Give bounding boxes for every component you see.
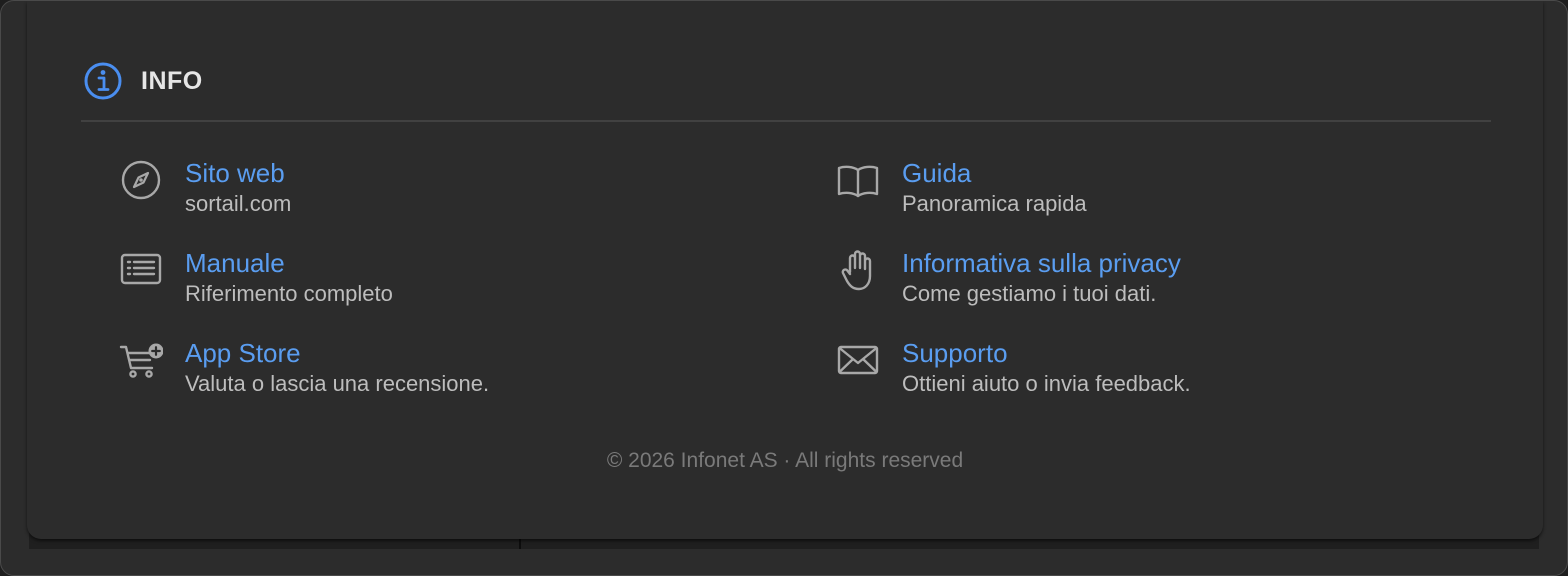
info-circle-icon: [84, 62, 122, 100]
manual-texts: Manuale Riferimento completo: [185, 248, 393, 308]
privacy-subtitle: Come gestiamo i tuoi dati.: [902, 281, 1157, 306]
header-divider: [81, 120, 1491, 122]
app-store-texts: App Store Valuta o lascia una recensione…: [185, 338, 489, 398]
info-window: INFO Sito web sortail.com Guida Panorami…: [0, 0, 1568, 576]
app-store-subtitle: Valuta o lascia una recensione.: [185, 371, 490, 396]
manual-title[interactable]: Manuale: [185, 248, 393, 278]
app-store-title[interactable]: App Store: [185, 338, 489, 368]
privacy-title[interactable]: Informativa sulla privacy: [902, 248, 1181, 278]
guide-texts: Guida Panoramica rapida: [902, 158, 1087, 218]
website-title[interactable]: Sito web: [185, 158, 291, 188]
raised-hand-icon: [841, 250, 872, 291]
list-document-icon: [120, 253, 162, 285]
support-title[interactable]: Supporto: [902, 338, 1191, 368]
guide-title[interactable]: Guida: [902, 158, 1087, 188]
guide-subtitle: Panoramica rapida: [902, 191, 1087, 216]
panel-title: INFO: [141, 66, 203, 95]
copyright-footer: © 2026 Infonet AS · All rights reserved: [606, 449, 964, 472]
manual-subtitle: Riferimento completo: [185, 281, 393, 306]
book-icon: [837, 165, 879, 198]
cart-plus-icon: [119, 343, 163, 378]
website-subtitle: sortail.com: [185, 191, 292, 216]
support-texts: Supporto Ottieni aiuto o invia feedback.: [902, 338, 1191, 398]
privacy-texts: Informativa sulla privacy Come gestiamo …: [902, 248, 1181, 308]
panel-header: INFO: [83, 61, 203, 101]
support-subtitle: Ottieni aiuto o invia feedback.: [902, 371, 1191, 396]
website-texts: Sito web sortail.com: [185, 158, 291, 218]
compass-icon: [121, 160, 161, 200]
envelope-icon: [837, 345, 879, 375]
